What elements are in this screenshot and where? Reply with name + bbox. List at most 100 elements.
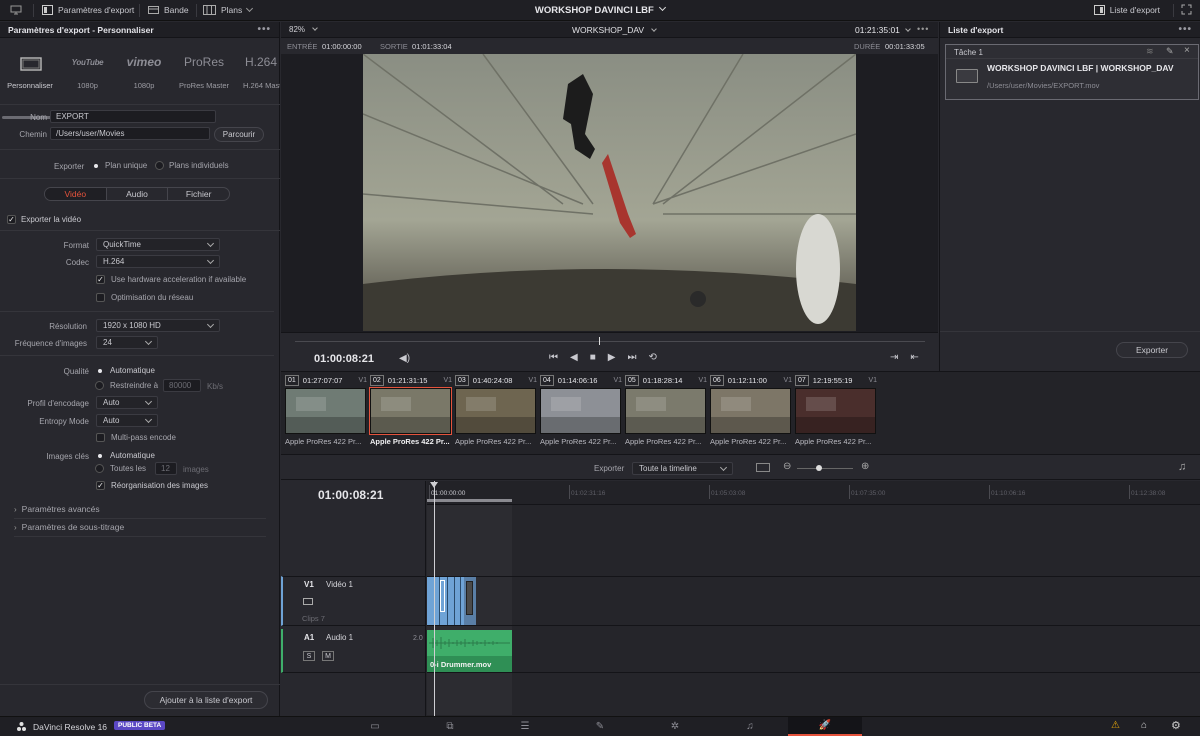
export-list-toggle[interactable]: Liste d'export	[1093, 5, 1160, 15]
hw-accel-checkbox[interactable]: ✓ Use hardware acceleration if available	[96, 275, 246, 284]
mute-button[interactable]: M	[322, 651, 334, 661]
individual-clips-option[interactable]: Plans individuels	[155, 161, 229, 170]
timeline-tracks[interactable]: 01:00:00:00 01:02:31:16 01:05:03:08 01:07:3…	[427, 481, 1200, 716]
restrict-input[interactable]: 80000	[163, 379, 201, 392]
fusion-page-icon[interactable]: ✎	[563, 717, 637, 736]
clip-thumbnail[interactable]	[625, 388, 706, 434]
quality-auto-option[interactable]: Automatique	[95, 366, 155, 375]
play-icon[interactable]: ▶	[608, 352, 616, 363]
chevron-down-icon[interactable]	[659, 3, 667, 12]
zoom-slider[interactable]	[797, 468, 853, 469]
color-page-icon[interactable]: ✲	[638, 717, 712, 736]
clip-thumbnail-card[interactable]: 01 01:27:07:07 V1 Apple ProRes 422 Pr...	[285, 374, 367, 452]
preset-prores[interactable]: ProRes ProRes Master	[173, 40, 235, 98]
render-range-bar[interactable]	[427, 499, 512, 502]
clip-thumbnail[interactable]	[369, 387, 452, 435]
more-options-icon[interactable]: •••	[257, 24, 271, 35]
viewer-options-icon[interactable]: •••	[917, 24, 929, 34]
resize-icon[interactable]	[1181, 4, 1192, 17]
edit-icon[interactable]: ✎	[1166, 46, 1174, 57]
warning-icon[interactable]: ⚠	[1111, 720, 1120, 731]
preset-youtube[interactable]: YouTube 1080p	[60, 40, 115, 98]
volume-icon[interactable]: ◀)	[399, 353, 410, 364]
preset-custom[interactable]: Personnaliser	[0, 40, 60, 98]
path-input[interactable]: /Users/user/Movies	[50, 127, 210, 140]
clip-thumbnail[interactable]	[285, 388, 366, 434]
export-video-checkbox[interactable]: ✓ Exporter la vidéo	[7, 215, 81, 224]
music-note-icon[interactable]: ♫	[1178, 461, 1186, 473]
timeline-view-icon[interactable]	[756, 463, 770, 472]
clip-thumbnail-card[interactable]: 04 01:14:06:16 V1 Apple ProRes 422 Pr...	[540, 374, 622, 452]
home-icon[interactable]: ⌂	[1141, 720, 1147, 731]
net-opt-checkbox[interactable]: Optimisation du réseau	[96, 293, 193, 302]
fairlight-page-icon[interactable]: ♫	[713, 717, 787, 736]
add-to-export-list-button[interactable]: Ajouter à la liste d'export	[144, 691, 268, 709]
timeline-ruler[interactable]: 01:00:00:00 01:02:31:16 01:05:03:08 01:07:3…	[427, 481, 1200, 505]
media-page-icon[interactable]: ▭	[338, 717, 412, 736]
clip-thumbnail[interactable]	[795, 388, 876, 434]
tab-video[interactable]: Vidéo	[45, 188, 107, 200]
clip-thumbnail-card[interactable]: 06 01:12:11:00 V1 Apple ProRes 422 Pr...	[710, 374, 792, 452]
format-select[interactable]: QuickTime	[96, 238, 220, 251]
reorder-checkbox[interactable]: ✓ Réorganisation des images	[96, 481, 208, 490]
monitor-output-icon[interactable]	[303, 598, 313, 605]
preset-vimeo[interactable]: vimeo 1080p	[115, 40, 173, 98]
stop-icon[interactable]: ■	[590, 352, 596, 363]
play-reverse-icon[interactable]: ◀	[570, 352, 578, 363]
clip-thumbnail[interactable]	[540, 388, 621, 434]
zoom-in-icon[interactable]: ⊕	[861, 461, 869, 472]
edit-page-icon[interactable]: ☰	[488, 717, 562, 736]
tab-audio[interactable]: Audio	[107, 188, 169, 200]
audio-clip[interactable]: 0-i Drummer.mov	[427, 630, 512, 672]
mark-out-icon[interactable]: ⇤	[910, 352, 918, 363]
keyframes-every-option[interactable]: Toutes les	[95, 464, 146, 473]
timecode-dropdown[interactable]: 01:21:35:01	[855, 25, 911, 35]
clip-thumbnail-card[interactable]: 07 12:19:55:19 V1 Apple ProRes 422 Pr...	[795, 374, 877, 452]
browse-button[interactable]: Parcourir	[214, 127, 264, 142]
single-clip-option[interactable]: Plan unique	[91, 161, 147, 170]
export-button[interactable]: Exporter	[1116, 342, 1188, 358]
multipass-checkbox[interactable]: Multi-pass encode	[96, 433, 176, 442]
fps-select[interactable]: 24	[96, 336, 158, 349]
encode-profile-select[interactable]: Auto	[96, 396, 158, 409]
scrubber-track[interactable]	[295, 341, 925, 342]
export-job-card[interactable]: Tâche 1 ≋ ✎ × WORKSHOP DAVINCI LBF | WOR…	[945, 44, 1199, 100]
every-input[interactable]: 12	[155, 462, 177, 475]
tab-file[interactable]: Fichier	[168, 188, 229, 200]
clip-thumbnail-card[interactable]: 03 01:40:24:08 V1 Apple ProRes 422 Pr...	[455, 374, 537, 452]
go-to-start-icon[interactable]: ⏮	[549, 352, 558, 363]
export-range-select[interactable]: Toute la timeline	[632, 462, 733, 475]
clip-thumbnail-card[interactable]: 02 01:21:31:15 V1 Apple ProRes 422 Pr...	[369, 374, 452, 452]
entropy-select[interactable]: Auto	[96, 414, 158, 427]
advanced-section[interactable]: › Paramètres avancés	[14, 504, 100, 514]
resolution-select[interactable]: 1920 x 1080 HD	[96, 319, 220, 332]
codec-select[interactable]: H.264	[96, 255, 220, 268]
go-to-end-icon[interactable]: ⏭	[627, 352, 636, 363]
more-options-icon[interactable]: •••	[1178, 24, 1192, 35]
playhead-handle[interactable]	[430, 482, 438, 488]
zoom-out-icon[interactable]: ⊖	[783, 461, 791, 472]
zoom-dropdown[interactable]: 82%	[289, 25, 318, 34]
clip-thumbnail[interactable]	[455, 388, 536, 434]
zoom-slider-knob[interactable]	[816, 465, 822, 471]
viewer-area[interactable]	[281, 54, 938, 332]
loop-icon[interactable]: ⟲	[648, 352, 656, 363]
cut-page-icon[interactable]: ⧉	[413, 717, 487, 736]
solo-button[interactable]: S	[303, 651, 315, 661]
name-input[interactable]: EXPORT	[50, 110, 216, 123]
clip-timecode: 01:40:24:08	[472, 376, 513, 385]
clip-thumbnail[interactable]	[710, 388, 791, 434]
mark-in-icon[interactable]: ⇥	[890, 352, 898, 363]
settings-gear-icon[interactable]: ⚙	[1171, 719, 1181, 732]
timeline-name-dropdown[interactable]: WORKSHOP_DAV	[572, 25, 657, 35]
timeline-playhead[interactable]	[434, 481, 435, 716]
restrict-option[interactable]: Restreindre à	[95, 381, 158, 390]
preset-h264[interactable]: H.264 H.264 Master	[235, 40, 280, 98]
subtitles-section[interactable]: › Paramètres de sous-titrage	[14, 522, 124, 532]
keyframes-auto-option[interactable]: Automatique	[95, 451, 155, 460]
project-title[interactable]: WORKSHOP DAVINCI LBF	[535, 5, 654, 16]
deliver-page-icon[interactable]: 🚀	[788, 717, 862, 736]
scrubber-playhead[interactable]	[599, 337, 600, 345]
close-icon[interactable]: ×	[1184, 45, 1190, 56]
clip-thumbnail-card[interactable]: 05 01:18:28:14 V1 Apple ProRes 422 Pr...	[625, 374, 707, 452]
